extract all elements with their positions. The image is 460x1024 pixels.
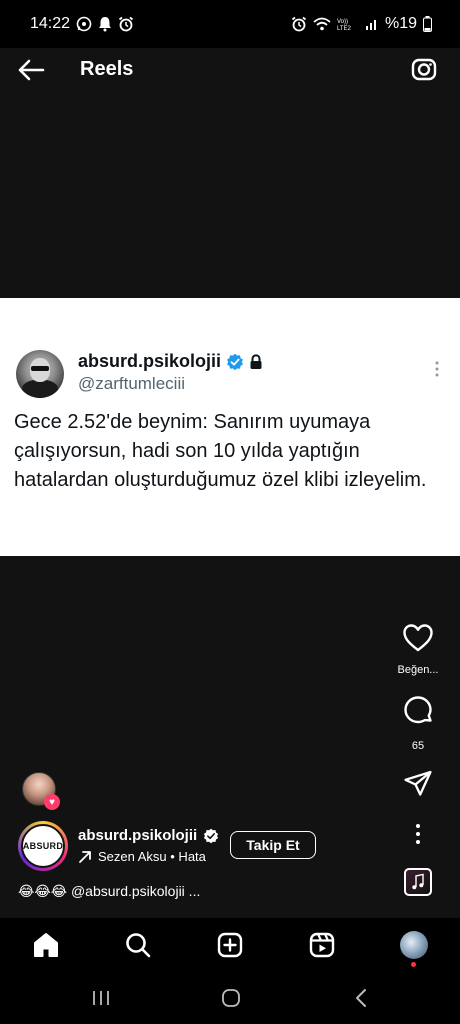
back-button[interactable]: [16, 56, 46, 84]
home-circle-icon: [222, 989, 240, 1007]
more-options-button[interactable]: [400, 816, 436, 852]
audio-thumbnail[interactable]: [404, 868, 432, 896]
nav-create[interactable]: [215, 930, 245, 960]
arrow-left-icon: [18, 59, 45, 81]
nav-home[interactable]: [31, 930, 61, 960]
status-right: Vo)) LTE2 %19: [291, 15, 432, 33]
system-back-button[interactable]: [348, 986, 374, 1010]
send-icon: [404, 770, 432, 796]
svg-text:LTE2: LTE2: [337, 26, 352, 31]
lock-icon: [250, 353, 262, 369]
wifi-icon: [313, 17, 331, 31]
tweet-handle: @zarftumleciii: [78, 374, 185, 393]
volte-icon: Vo))LTE2: [337, 19, 352, 31]
svg-text:Vo)): Vo)): [337, 19, 348, 25]
author-name[interactable]: absurd.psikolojii: [78, 827, 197, 844]
author-name-row[interactable]: absurd.psikolojii: [78, 827, 219, 844]
reels-header: Reels: [0, 48, 460, 92]
search-icon: [126, 933, 151, 958]
home-icon: [34, 933, 58, 957]
share-button[interactable]: [400, 766, 436, 802]
battery-icon: [423, 16, 432, 32]
profile-avatar: [400, 931, 428, 959]
comment-button[interactable]: [400, 692, 436, 728]
more-vertical-icon: [435, 361, 439, 377]
heart-icon: ♥: [44, 794, 60, 810]
status-bar: 14:22 Vo)) LTE2 %19: [0, 0, 460, 48]
audio-title: Sezen Aksu • Hata: [98, 849, 206, 864]
signal-icon: [365, 20, 376, 30]
tweet-text: Gece 2.52'de beynim: Sanırım uyumaya çal…: [14, 411, 427, 491]
like-label: Beğen...: [397, 664, 439, 676]
nav-profile[interactable]: [399, 930, 429, 967]
plus-square-icon: [217, 932, 243, 958]
status-time: 14:22: [30, 15, 71, 32]
reels-icon: [309, 932, 335, 958]
whatsapp-icon: [76, 16, 92, 32]
bell-icon: [99, 17, 112, 32]
camera-button[interactable]: [410, 55, 438, 83]
tweet-name-row: absurd.psikolojii: [78, 351, 263, 372]
recent-apps-button[interactable]: [88, 986, 114, 1010]
nav-search[interactable]: [123, 930, 153, 960]
bottom-nav: [0, 918, 460, 972]
page-title: Reels: [80, 58, 134, 80]
comment-icon: [404, 696, 432, 724]
system-home-button[interactable]: [218, 986, 244, 1010]
status-left: 14:22: [30, 15, 134, 33]
nav-reels[interactable]: [307, 930, 337, 960]
heart-icon: [403, 624, 433, 652]
notification-dot: [411, 962, 416, 967]
chevron-left-icon: [356, 989, 366, 1007]
camera-icon: [411, 58, 437, 81]
audio-info[interactable]: Sezen Aksu • Hata: [78, 849, 206, 864]
recents-icon: [93, 991, 109, 1005]
alarm-icon: [118, 16, 134, 32]
battery-percent: %19: [384, 15, 417, 32]
author-avatar[interactable]: ABSURD: [18, 821, 68, 871]
more-vertical-icon: [416, 824, 420, 844]
music-icon: [412, 873, 424, 890]
verified-badge-icon: [227, 353, 244, 370]
tweet-avatar: [16, 350, 64, 398]
tweet-author-name: absurd.psikolojii: [78, 351, 222, 371]
author-logo: ABSURD: [22, 841, 64, 851]
comment-count: 65: [411, 740, 425, 752]
tweet-card: absurd.psikolojii @zarftumleciii Gece 2.…: [0, 298, 460, 556]
system-nav: [0, 972, 460, 1024]
follow-button[interactable]: Takip Et: [230, 831, 316, 859]
verified-badge-icon: [204, 828, 219, 843]
reel-caption[interactable]: 😂😂😂 @absurd.psikolojii ...: [18, 883, 200, 900]
alarm-icon: [291, 16, 307, 32]
like-button[interactable]: [400, 620, 436, 656]
trending-arrow-icon: [79, 850, 91, 863]
